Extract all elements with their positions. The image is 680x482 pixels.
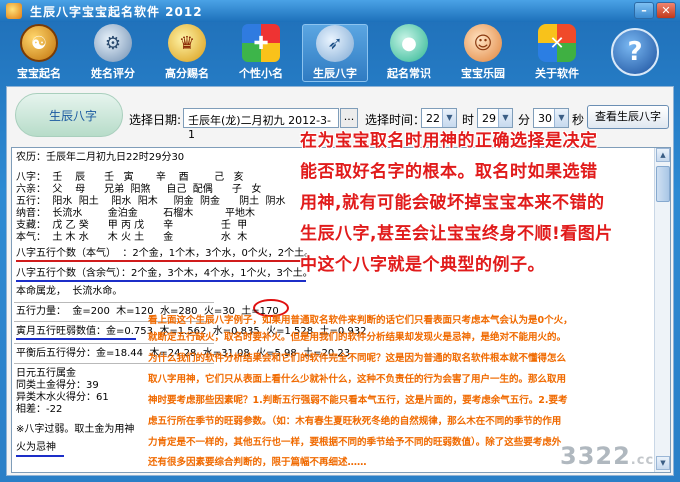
divider: [14, 302, 214, 303]
explanation-line: 神时要考虑那些因素呢？1.判断五行强弱不能只看本气五行，这是片面的，要考虑余气五…: [148, 395, 568, 406]
toolbar-label: 起名常识: [387, 67, 431, 80]
bird-icon: ➶: [316, 25, 354, 62]
headline-line: 中这个八字就是个典型的例子。: [300, 255, 545, 275]
explanation-line: 看上面这个生辰八字例子，如果用普通取名软件来判断的话它们只看表面只考虑本气会认为…: [148, 315, 573, 326]
butterfly-icon: ✕: [538, 24, 576, 62]
chevron-down-icon[interactable]: ▼: [498, 109, 512, 127]
title-bar: 生辰八字宝宝起名软件 2012 – ✕: [0, 0, 680, 22]
result-line: 本命属龙， 长流水命。: [16, 286, 123, 297]
hour-select[interactable]: 22 ▼: [421, 108, 457, 128]
minimize-button[interactable]: –: [634, 2, 654, 19]
minute-select[interactable]: 29 ▼: [477, 108, 513, 128]
date-field[interactable]: 壬辰年(龙)二月初九 2012-3-1: [183, 108, 339, 141]
element-count-main: 八字五行个数（本气） ：2个金，1个木，3个水，0个火，2个土。: [16, 248, 315, 259]
toolbar-label: 生辰八字: [313, 67, 357, 80]
result-line: 火为忌神: [16, 442, 56, 453]
toolbar-label: 个性小名: [239, 67, 283, 80]
explanation-line: 为什么我们的软件分析结果会和它们的软件完全不同呢？这是因为普通的取名软件根本就不…: [148, 353, 567, 364]
result-line: 五行： 阳水 阳土 阳水 阳木 阴金 阴金 阴土 阴水: [16, 196, 286, 207]
result-line: 同类土金得分：39: [16, 380, 99, 391]
app-window: 生辰八字宝宝起名软件 2012 – ✕ ☯ 宝宝起名 ⚙ 姓名评分 ♛ 高分赐名…: [0, 0, 680, 482]
date-picker-button[interactable]: ...: [340, 108, 358, 128]
toolbar-help[interactable]: ?: [602, 24, 668, 82]
app-logo-icon: [6, 3, 22, 19]
result-line: 异类木水火得分：61: [16, 392, 109, 403]
toolbar-about[interactable]: ✕ 关于软件: [524, 24, 590, 82]
watermark-main: 3322: [560, 442, 631, 470]
blue-underline: [16, 280, 306, 282]
toolbar-label: 高分赐名: [165, 67, 209, 80]
result-line: 本气： 土 木 水 木 火 土 金 水 木: [16, 232, 248, 243]
toolbar-label: 宝宝起名: [17, 67, 61, 80]
chevron-down-icon[interactable]: ▼: [442, 109, 456, 127]
second-value: 30: [538, 112, 552, 125]
explanation-line: 就断定五行缺火，取名时要补火。但是用我们的软件分析结果却发现火是忌神，是绝对不能…: [148, 332, 567, 343]
toolbar-name-score[interactable]: ⚙ 姓名评分: [80, 24, 146, 82]
headline-line: 生辰八字,甚至会让宝宝终身不顺!看图片: [300, 224, 613, 244]
explanation-line: 取八字用神，它们只从表面上看什么少就补什么，这种不负责任的行为会害了用户一生的。…: [148, 374, 567, 385]
toolbar-label: 关于软件: [535, 67, 579, 80]
puzzle-icon: ✚: [242, 24, 280, 62]
gear-icon: ⚙: [94, 24, 132, 62]
element-count-full: 八字五行个数（含余气）：2个金，3个木，4个水，1个火，3个土。: [16, 268, 313, 279]
help-icon: ?: [611, 28, 659, 76]
crowns-icon: ♛: [168, 24, 206, 62]
blue-underline: [16, 338, 136, 340]
result-line: 农历：壬辰年二月初九日22时29分30: [16, 152, 185, 163]
yin-yang-icon: ☯: [20, 24, 58, 62]
result-line: ※八字过弱。取土金为用神: [16, 424, 135, 435]
chevron-down-icon[interactable]: ▼: [554, 109, 568, 127]
window-controls: – ✕: [634, 2, 676, 19]
toolbar-high-score[interactable]: ♛ 高分赐名: [154, 24, 220, 82]
result-line: 支藏： 戊 乙 癸 甲 丙 戊 辛 壬 甲: [16, 220, 248, 231]
date-label: 选择日期:: [129, 113, 182, 127]
headline-line: 用神,就有可能会破坏掉宝宝本来不错的: [300, 193, 605, 213]
toolbar-baby-naming[interactable]: ☯ 宝宝起名: [6, 24, 72, 82]
result-line: 八字： 壬 辰 壬 寅 辛 酉 己 亥: [16, 172, 244, 183]
result-line: 纳音： 长流水 金泊金 石榴木 平地木: [16, 208, 256, 219]
second-select[interactable]: 30 ▼: [533, 108, 569, 128]
toolbar-nickname[interactable]: ✚ 个性小名: [228, 24, 294, 82]
toolbar-label: 姓名评分: [91, 67, 135, 80]
headline-line: 在为宝宝取名时用神的正确选择是决定: [300, 131, 598, 151]
site-watermark: 3322.cc: [560, 442, 654, 470]
toolbar-birth-chart[interactable]: ➶ 生辰八字: [302, 24, 368, 82]
explanation-line: 虑五行所在季节的旺弱参数。（如：木有春生夏旺秋死冬绝的自然规律，那么木在不同的季…: [148, 416, 562, 427]
main-toolbar: ☯ 宝宝起名 ⚙ 姓名评分 ♛ 高分赐名 ✚ 个性小名 ➶ 生辰八字 ● 起名常…: [0, 22, 680, 84]
result-line: 六亲： 父 母 兄弟 阳煞 自己 配偶 子 女: [16, 184, 262, 195]
minute-value: 29: [482, 112, 496, 125]
toolbar-baby-park[interactable]: ☺ 宝宝乐园: [450, 24, 516, 82]
blue-underline: [16, 455, 64, 457]
section-badge-label: 生辰八字: [49, 109, 98, 123]
watermark-suffix: .cc: [630, 453, 655, 468]
red-underline: [16, 260, 302, 262]
close-button[interactable]: ✕: [656, 2, 676, 19]
headline-line: 能否取好名字的根本。取名时如果选错: [300, 162, 598, 182]
toolbar-label: 宝宝乐园: [461, 67, 505, 80]
hour-value: 22: [426, 112, 440, 125]
section-badge: 生辰八字: [15, 93, 123, 137]
result-line: 相差：-22: [16, 404, 63, 415]
window-title: 生辰八字宝宝起名软件 2012: [30, 4, 203, 19]
result-line: 日元五行属金: [16, 368, 76, 379]
water-drop-icon: ●: [390, 24, 428, 62]
toolbar-naming-knowledge[interactable]: ● 起名常识: [376, 24, 442, 82]
baby-icon: ☺: [464, 24, 502, 62]
